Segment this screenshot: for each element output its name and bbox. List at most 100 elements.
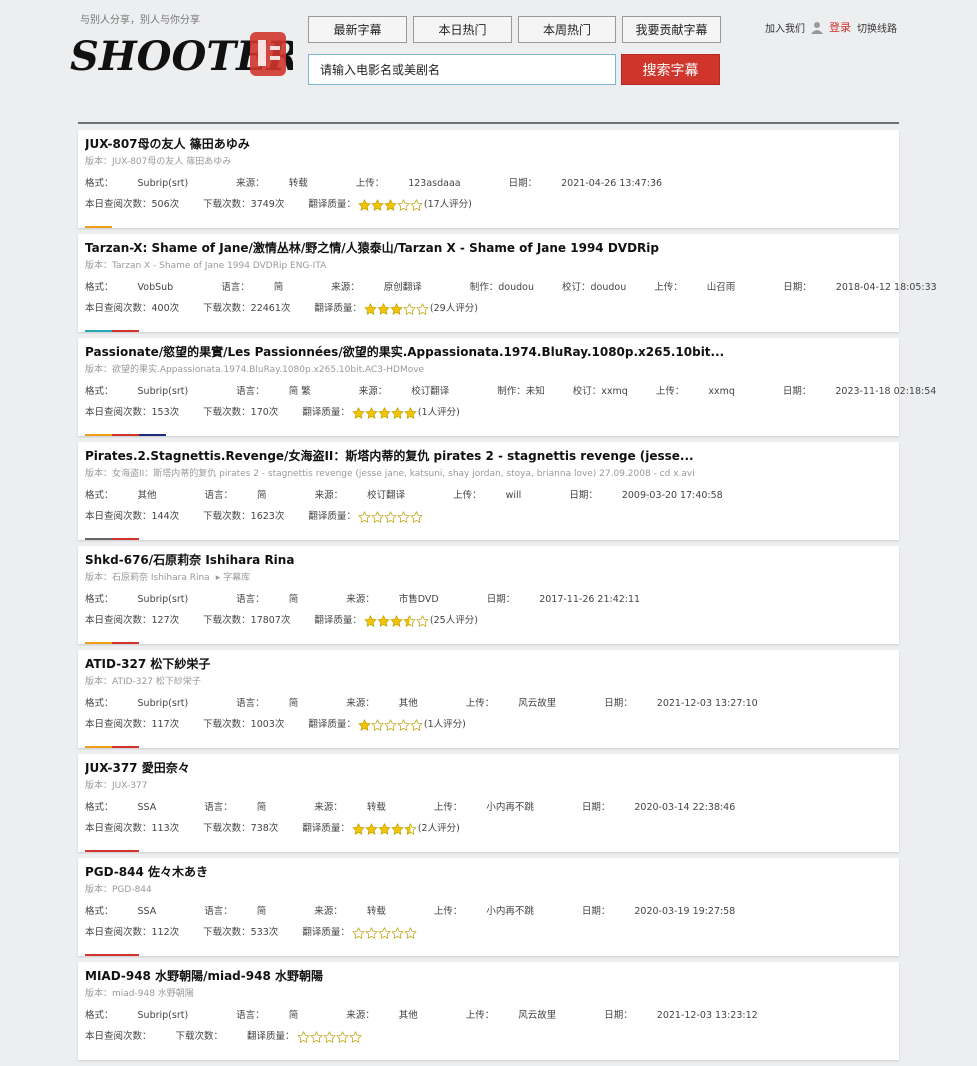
switch-line-link[interactable]: 切换线路 — [857, 20, 897, 35]
site-slogan: 与别人分享，别人与你分享 — [80, 15, 200, 26]
join-link[interactable]: 加入我们 — [765, 20, 805, 35]
category-strip-segment — [112, 330, 139, 332]
today-views: 本日查阅次数：506次 — [85, 199, 180, 210]
meta-label: 格式： — [85, 1010, 114, 1021]
meta-date: 日期： 2021-12-03 13:27:10 — [604, 698, 781, 709]
subtitle-version: 版本：石原莉奈 Ishihara Rina ▸ 字幕库 — [85, 572, 899, 585]
meta-label: 来源： — [331, 282, 360, 293]
subtitle-meta: 格式： SSA 语言： 简 来源： 转载 上传： 小内再不跳 日期： 2020-03-14 22:… — [85, 801, 899, 814]
meta-source: 来源： 转载 — [314, 802, 410, 813]
category-strip — [85, 642, 139, 644]
rating-count: (17人评分) — [423, 199, 472, 210]
meta-value: 2018-04-12 18:05:33 — [835, 282, 937, 293]
category-strip-segment — [112, 850, 139, 852]
today-views: 本日查阅次数：144次 — [85, 511, 180, 522]
user-links: 加入我们 登录 切换线路 — [765, 19, 897, 35]
rating-stars[interactable] — [358, 718, 423, 731]
search-button[interactable]: 搜索字幕 — [621, 54, 720, 85]
views-value: 112次 — [151, 927, 180, 938]
meta-value: 简 — [257, 490, 267, 501]
nav-today-hot-button[interactable]: 本日热门 — [413, 16, 512, 43]
meta-lang: 语言： 简 — [236, 594, 322, 605]
download-count: 下载次数：738次 — [203, 823, 279, 834]
rating-stars[interactable] — [352, 926, 417, 939]
star-icon — [377, 614, 390, 627]
rating-stars[interactable] — [364, 614, 429, 627]
subtitle-title-link[interactable]: Pirates.2.Stagnettis.Revenge/女海盗II：斯塔内蒂的… — [85, 448, 899, 465]
star-icon — [378, 926, 391, 939]
subtitle-stats: 本日查阅次数：127次 下载次数：17807次 翻译质量： (25人评分) — [85, 614, 899, 627]
meta-label: 上传： — [433, 906, 463, 917]
meta-label: 语言： — [236, 594, 265, 605]
rating-count: (29人评分) — [429, 303, 478, 314]
subtitle-title-link[interactable]: Tarzan-X: Shame of Jane/激情丛林/野之情/人猿泰山/Ta… — [85, 240, 899, 257]
version-text: 版本：ATID-327 松下紗栄子 — [85, 677, 201, 687]
translation-quality: 翻译质量： (29人评分) — [314, 302, 478, 315]
subtitle-stats: 本日查阅次数：112次 下载次数：533次 翻译质量： — [85, 926, 899, 939]
meta-date: 日期： 2009-03-20 17:40:58 — [569, 490, 746, 501]
meta-value: 风云故里 — [518, 698, 557, 709]
rating-stars[interactable] — [296, 1030, 362, 1043]
subtitle-title-link[interactable]: JUX-377 愛田奈々 — [85, 760, 899, 777]
subtitle-meta: 格式： Subrip(srt) 语言： 简 来源： 其他 上传： 风云故里 日期： 2021-12… — [85, 697, 899, 710]
meta-label: 日期： — [604, 698, 633, 709]
downloads-value: 1623次 — [250, 511, 285, 522]
category-strip — [85, 850, 139, 852]
downloads-value: 1003次 — [250, 719, 285, 730]
download-count: 下载次数：3749次 — [203, 199, 285, 210]
meta-value: 小内再不跳 — [486, 802, 534, 813]
rating-stars[interactable] — [364, 302, 429, 315]
meta-date: 日期： 2021-12-03 13:23:12 — [604, 1010, 781, 1021]
nav-contribute-button[interactable]: 我要贡献字幕 — [622, 16, 721, 43]
star-icon — [416, 614, 429, 627]
meta-label: 上传： — [465, 698, 495, 709]
star-icon — [352, 926, 365, 939]
star-icon — [371, 198, 384, 211]
meta-date: 日期： 2018-04-12 18:05:33 — [783, 282, 960, 293]
meta-label: 上传： — [654, 282, 683, 293]
shooter-logo[interactable]: SHOOTER — [68, 26, 293, 82]
subtitle-title-link[interactable]: Shkd-676/石原莉奈 Ishihara Rina — [85, 552, 899, 569]
subtitle-title-link[interactable]: PGD-844 佐々木あき — [85, 864, 899, 881]
translation-quality: 翻译质量： — [308, 510, 424, 523]
star-icon — [378, 822, 391, 835]
translation-quality: 翻译质量： — [302, 926, 418, 939]
subtitle-card: Pirates.2.Stagnettis.Revenge/女海盗II：斯塔内蒂的… — [78, 442, 899, 540]
download-count: 下载次数：170次 — [203, 407, 279, 418]
category-strip — [85, 330, 139, 332]
subtitle-version: 版本：miad-948 水野朝陽 — [85, 988, 899, 1001]
subtitle-title-link[interactable]: MIAD-948 水野朝陽/miad-948 水野朝陽 — [85, 968, 899, 985]
rating-stars[interactable] — [358, 510, 423, 523]
meta-label: 语言： — [204, 906, 233, 917]
meta-label: 语言： — [221, 282, 250, 293]
subtitle-title-link[interactable]: Passionate/慾望的果實/Les Passionnées/欲望的果实.A… — [85, 344, 899, 361]
downloads-value: 22461次 — [250, 303, 291, 314]
meta-value: SSA — [137, 802, 157, 813]
category-strip-segment — [85, 746, 112, 748]
meta-maker: 制作：未知 — [497, 386, 545, 397]
login-link[interactable]: 登录 — [829, 19, 851, 35]
search-input[interactable] — [308, 54, 616, 85]
downloads-value: 738次 — [250, 823, 279, 834]
star-icon — [391, 926, 404, 939]
meta-value: 2020-03-19 19:27:58 — [634, 906, 736, 917]
meta-maker: 制作：doudou — [469, 282, 535, 293]
rating-stars[interactable] — [358, 198, 423, 211]
subtitle-card: Shkd-676/石原莉奈 Ishihara Rina 版本：石原莉奈 Ishih… — [78, 546, 899, 644]
category-strip — [85, 434, 166, 436]
meta-label: 格式： — [85, 802, 114, 813]
subtitle-list: JUX-807母の友人 篠田あゆみ 版本：JUX-807母の友人 篠田あゆみ 格式：… — [78, 130, 937, 1066]
subtitle-version: 版本：JUX-377 — [85, 780, 899, 793]
meta-value: 简 — [273, 282, 284, 293]
subtitle-title-link[interactable]: JUX-807母の友人 篠田あゆみ — [85, 136, 899, 153]
star-icon — [391, 822, 404, 835]
nav-week-hot-button[interactable]: 本周热门 — [518, 16, 616, 43]
views-value: 153次 — [151, 407, 180, 418]
version-source[interactable]: ▸ 字幕库 — [216, 573, 250, 583]
rating-count: (2人评分) — [417, 823, 460, 834]
meta-label: 格式： — [85, 594, 114, 605]
subtitle-title-link[interactable]: ATID-327 松下紗栄子 — [85, 656, 899, 673]
rating-stars[interactable] — [352, 406, 417, 419]
rating-stars[interactable] — [352, 822, 417, 835]
nav-latest-button[interactable]: 最新字幕 — [308, 16, 407, 43]
